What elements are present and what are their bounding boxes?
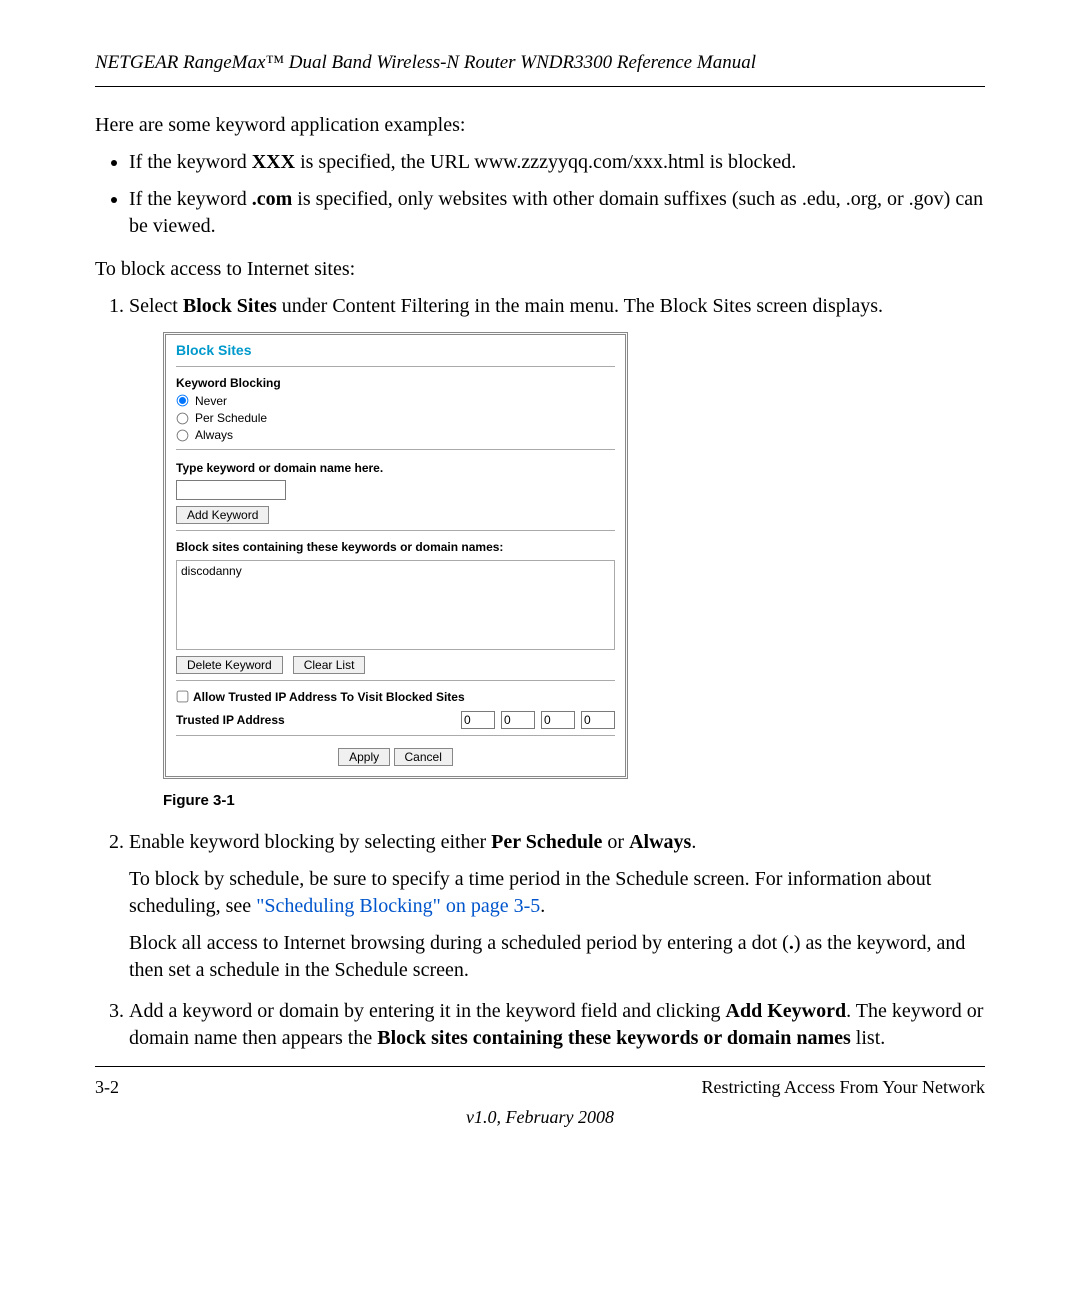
bullet1-bold: XXX <box>252 151 295 173</box>
step-3: Add a keyword or domain by entering it i… <box>129 998 985 1052</box>
step-1: Select Block Sites under Content Filteri… <box>129 293 985 811</box>
figure-wrap: Block Sites Keyword Blocking Never Per S… <box>163 332 985 811</box>
panel-sep-3 <box>176 530 615 531</box>
allow-trusted-label: Allow Trusted IP Address To Visit Blocke… <box>193 689 465 705</box>
add-keyword-button[interactable]: Add Keyword <box>176 506 269 524</box>
footer-version: v1.0, February 2008 <box>95 1105 985 1129</box>
intro-text: Here are some keyword application exampl… <box>95 112 985 139</box>
radio-perschedule-label: Per Schedule <box>195 410 267 426</box>
cancel-button[interactable]: Cancel <box>394 748 453 766</box>
manual-header: NETGEAR RangeMax™ Dual Band Wireless-N R… <box>95 50 985 76</box>
trusted-ip-octet-3[interactable] <box>541 711 575 729</box>
step3-b2: Block sites containing these keywords or… <box>377 1027 851 1049</box>
panel-sep-1 <box>176 366 615 367</box>
radio-perschedule-row: Per Schedule <box>176 410 615 426</box>
blocklist-label: Block sites containing these keywords or… <box>176 539 615 555</box>
keyword-input[interactable] <box>176 480 286 500</box>
keyword-blocking-heading: Keyword Blocking <box>176 375 615 391</box>
panel-sep-5 <box>176 735 615 736</box>
type-keyword-label: Type keyword or domain name here. <box>176 460 615 476</box>
step1-pre: Select <box>129 295 183 317</box>
steps-list: Select Block Sites under Content Filteri… <box>95 293 985 1052</box>
bullet1-pre: If the keyword <box>129 151 252 173</box>
step2-p2-post: . <box>540 895 545 917</box>
apply-button[interactable]: Apply <box>338 748 390 766</box>
footer-row: 3-2 Restricting Access From Your Network <box>95 1075 985 1099</box>
radio-always-row: Always <box>176 427 615 443</box>
scheduling-blocking-link[interactable]: "Scheduling Blocking" on page 3-5 <box>256 895 540 917</box>
clear-list-button[interactable]: Clear List <box>293 656 366 674</box>
step3-post: list. <box>851 1027 885 1049</box>
radio-always[interactable] <box>177 429 189 441</box>
footer-section: Restricting Access From Your Network <box>702 1075 985 1099</box>
bullet2-pre: If the keyword <box>129 188 252 210</box>
radio-never-label: Never <box>195 393 227 409</box>
figure-caption: Figure 3-1 <box>163 791 985 811</box>
step2-l1-post: . <box>691 831 696 853</box>
trusted-ip-octet-1[interactable] <box>461 711 495 729</box>
radio-never-row: Never <box>176 393 615 409</box>
example-bullets: If the keyword XXX is specified, the URL… <box>95 149 985 240</box>
step1-bold: Block Sites <box>183 295 277 317</box>
bullet-1: If the keyword XXX is specified, the URL… <box>129 149 985 176</box>
footer-rule <box>95 1066 985 1067</box>
step-2: Enable keyword blocking by selecting eit… <box>129 829 985 984</box>
trusted-ip-octet-2[interactable] <box>501 711 535 729</box>
trusted-ip-label: Trusted IP Address <box>176 712 285 728</box>
header-rule <box>95 86 985 87</box>
radio-never[interactable] <box>177 395 189 407</box>
delete-keyword-button[interactable]: Delete Keyword <box>176 656 283 674</box>
toblock-text: To block access to Internet sites: <box>95 256 985 283</box>
step2-l1-mid: or <box>602 831 629 853</box>
panel-title: Block Sites <box>176 341 615 360</box>
keyword-list[interactable]: discodanny <box>176 560 615 650</box>
page-number: 3-2 <box>95 1075 119 1099</box>
step2-l1-b1: Per Schedule <box>491 831 602 853</box>
bullet-2: If the keyword .com is specified, only w… <box>129 186 985 240</box>
step1-post: under Content Filtering in the main menu… <box>277 295 883 317</box>
bullet1-post: is specified, the URL www.zzzyyqq.com/xx… <box>295 151 796 173</box>
bullet2-bold: .com <box>252 188 293 210</box>
blocksites-panel-outer: Block Sites Keyword Blocking Never Per S… <box>163 332 628 779</box>
panel-sep-2 <box>176 449 615 450</box>
trusted-ip-octet-4[interactable] <box>581 711 615 729</box>
step2-p3-pre: Block all access to Internet browsing du… <box>129 932 789 954</box>
step2-l1-pre: Enable keyword blocking by selecting eit… <box>129 831 491 853</box>
blocksites-panel: Block Sites Keyword Blocking Never Per S… <box>165 334 626 777</box>
panel-sep-4 <box>176 680 615 681</box>
allow-trusted-checkbox[interactable] <box>177 691 189 703</box>
step3-b1: Add Keyword <box>726 1000 847 1022</box>
radio-perschedule[interactable] <box>177 412 189 424</box>
radio-always-label: Always <box>195 427 233 443</box>
step2-l1-b2: Always <box>629 831 691 853</box>
keyword-list-item[interactable]: discodanny <box>181 563 610 579</box>
step3-pre: Add a keyword or domain by entering it i… <box>129 1000 726 1022</box>
